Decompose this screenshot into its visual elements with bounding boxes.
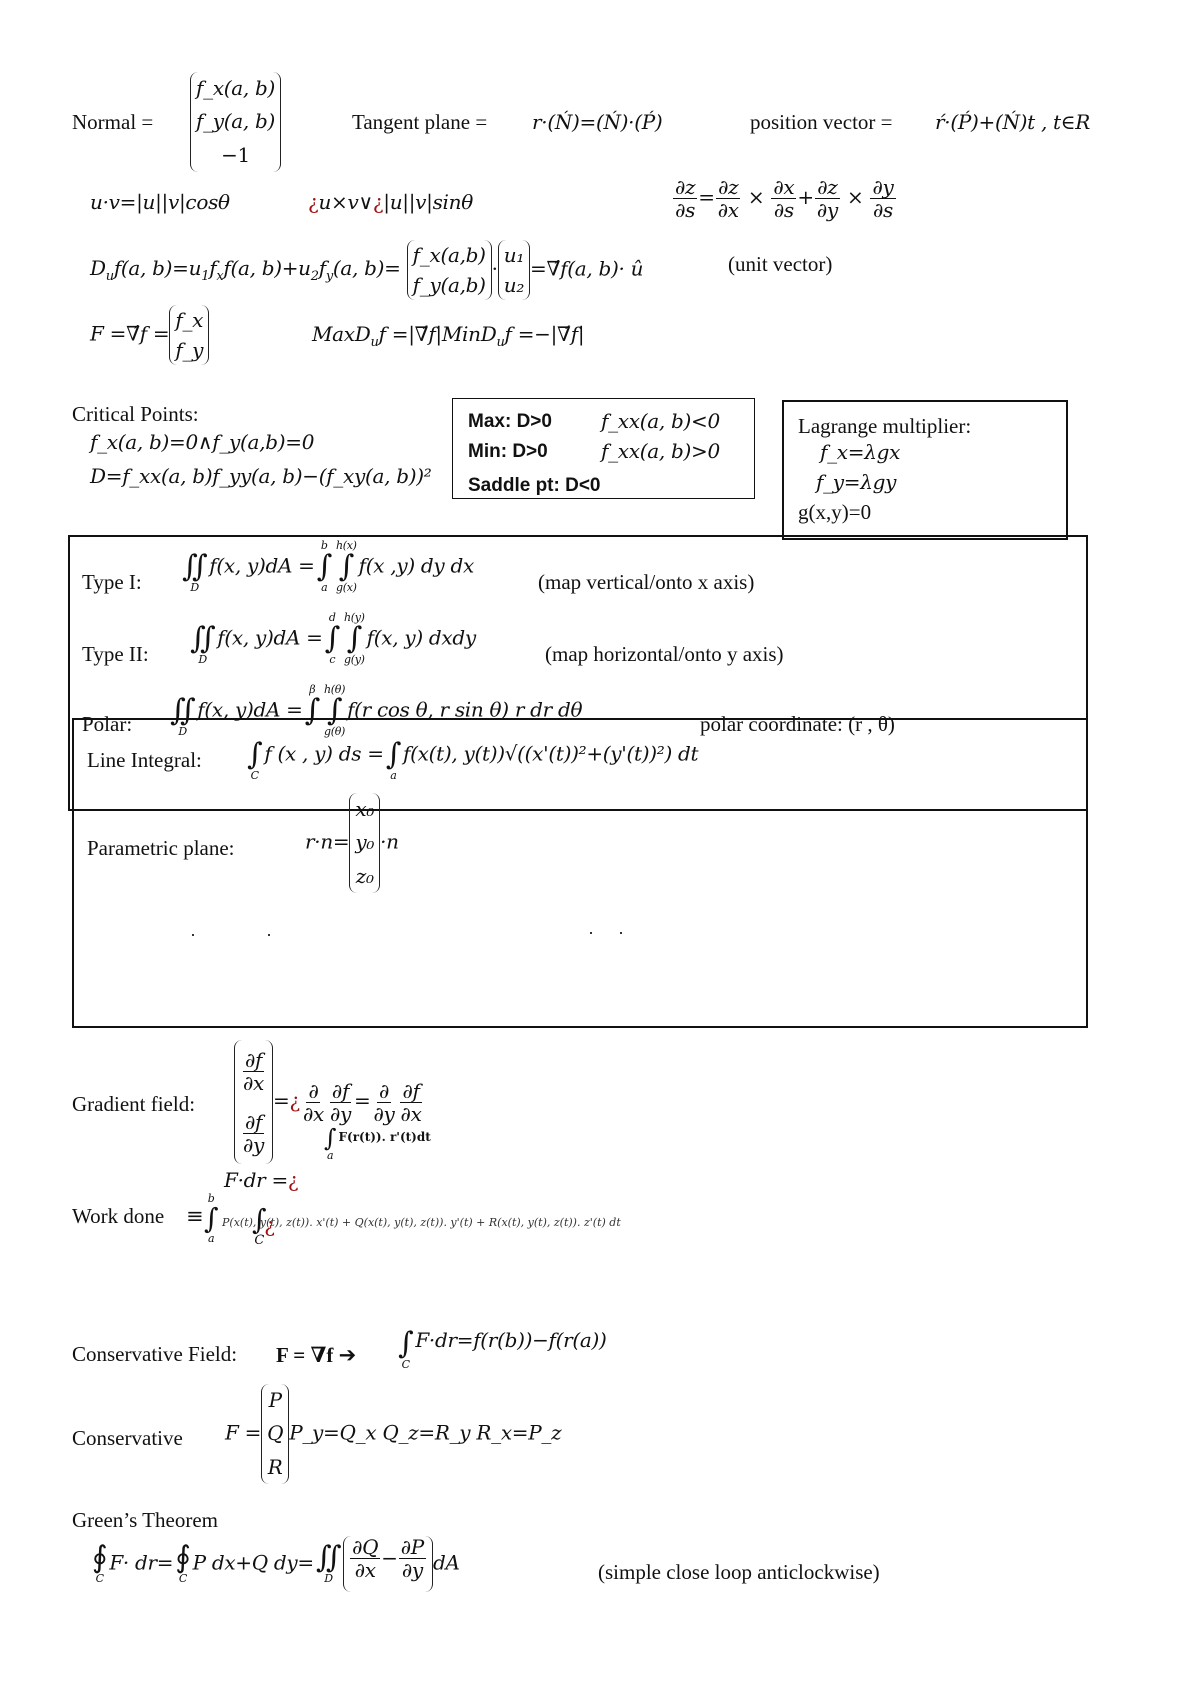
unit-vector-note: (unit vector) xyxy=(728,252,833,276)
conservative-field-expr: F = ∇f ➔ xyxy=(276,1343,357,1367)
line-integral-formula: ∫ Cf (x , y) ds = ∫ a f(x(t), y(t))√((x'(t))… xyxy=(245,728,699,782)
type2-note: (map horizontal/onto y axis) xyxy=(545,642,784,666)
max-min-directional-formula: MaxDuf =|∇́f|MinDuf =−|∇́f| xyxy=(312,322,585,350)
contour-integral-sign: ∮ C xyxy=(175,1540,191,1585)
fundamental-theorem-formula: ∫ C F·dr=f(r(b))−f(r(a)) xyxy=(398,1325,607,1371)
render-error-mark: ¿ xyxy=(287,1168,299,1192)
directional-derivative-formula: Duf(a, b)=u1fxf(a, b)+u2fy(a, b)= f_x(a,… xyxy=(90,240,644,300)
fraction: ∂z ∂x xyxy=(716,175,741,222)
contour-integral-sign: ∮ C xyxy=(92,1540,108,1585)
work-done-overlay-integral: ∫ C ¿ xyxy=(252,1203,275,1248)
max-condition-formula: f_xx(a, b)<0 xyxy=(601,409,720,433)
classification-box: Max: D>0 f_xx(a, b)<0 Min: D>0 f_xx(a, b… xyxy=(452,398,755,499)
work-integral-snippet: ∫ a F(r(t)). r'(t)dt xyxy=(324,1124,431,1162)
integral-sign: ∫ C xyxy=(398,1325,414,1371)
critical-points-condition: f_x(a, b)=0∧f_y(a,b)=0 xyxy=(90,430,315,454)
parametric-plane-formula: r·n= x₀ y₀ z₀ ·n xyxy=(305,793,399,893)
gradient-formula: F =∇́f = f_x f_y xyxy=(90,305,210,365)
f-dot-dr-formula: F·dr =¿ xyxy=(224,1168,299,1192)
render-error-mark: ¿ xyxy=(372,190,384,214)
lagrange-box: Lagrange multiplier: f_x=λgx f_y=λgy g(x… xyxy=(782,400,1068,540)
saddle-condition-label: Saddle pt: D<0 xyxy=(468,475,601,496)
work-done-integral: b ∫ a xyxy=(204,1192,219,1245)
position-vector-formula: ŕ·(Ṕ)+(Ń)t , t∈R xyxy=(935,110,1091,134)
type1-label: Type I: xyxy=(82,570,142,594)
fraction: ∂ ∂x xyxy=(302,1078,324,1126)
normal-vector-entry: −1 xyxy=(221,142,250,167)
discriminant-formula: D=f_xx(a, b)f_yy(a, b)−(f_xy(a, b))² xyxy=(90,464,432,488)
cross-product-part: u×v∨ xyxy=(318,190,373,214)
min-condition-label: Min: D>0 xyxy=(468,441,548,462)
min-condition-formula: f_xx(a, b)>0 xyxy=(601,439,720,463)
work-done-integrand: P(x(t), y(t), z(t)). x'(t) + Q(x(t), y(t… xyxy=(222,1216,621,1229)
lagrange-title: Lagrange multiplier: xyxy=(798,414,972,438)
render-error-mark: ¿ xyxy=(289,1088,301,1113)
normal-label: Normal = xyxy=(72,110,154,134)
stray-dot xyxy=(192,934,194,936)
conservative-field-label: Conservative Field: xyxy=(72,1342,238,1366)
max-condition-label: Max: D>0 xyxy=(468,411,552,432)
integral-sign: d ∫ c xyxy=(324,611,341,666)
integral-sign: b ∫ a xyxy=(316,539,333,594)
gradient-vector: f_x(a,b) f_y(a,b) xyxy=(406,240,492,300)
stray-dot xyxy=(268,934,270,936)
conservative-label: Conservative xyxy=(72,1426,183,1450)
fraction: ∂x ∂s xyxy=(771,175,797,222)
cross-product-formula: ¿u×v∨¿|u||v|sinθ xyxy=(308,190,473,214)
greens-theorem-formula: ∮ C F· dr= ∮ C P dx+Q dy= ∬ D ∂Q ∂x − ∂P ∂y dA xyxy=(90,1536,460,1592)
integral-sign: ∫ a xyxy=(385,737,402,782)
work-done-equiv: ≡ xyxy=(186,1204,204,1228)
render-error-mark: ¿ xyxy=(308,190,319,214)
chain-rule-formula: ∂z ∂s = ∂z ∂x × ∂x ∂s + ∂z ∂y × ∂y ∂s xyxy=(673,175,896,222)
integral-sign: h(y) ∫ g(y) xyxy=(343,611,365,666)
stray-dot xyxy=(590,932,592,934)
position-vector-label: position vector = xyxy=(750,110,893,134)
gradient-field-label: Gradient field: xyxy=(72,1092,196,1116)
work-done-label: Work done xyxy=(72,1204,165,1228)
critical-points-title: Critical Points: xyxy=(72,402,199,426)
double-integral-sign: ∬ D xyxy=(315,1540,342,1585)
type1-formula: ∬ Df(x, y)dA = b ∫ a h(x) ∫ g(x) f(x ,y) dy dx xyxy=(182,539,474,594)
integral-sign: ∫ C xyxy=(247,737,263,782)
integral-sign: h(x) ∫ g(x) xyxy=(335,539,357,594)
lagrange-eq-fy: f_y=λgy xyxy=(816,470,897,494)
fraction: ∂ ∂y xyxy=(373,1078,395,1126)
greens-theorem-note: (simple close loop anticlockwise) xyxy=(598,1560,880,1584)
fraction: ∂z ∂s xyxy=(673,175,698,222)
greens-theorem-title: Green’s Theorem xyxy=(72,1508,218,1532)
double-integral-sign: ∬ D xyxy=(182,549,208,594)
cross-product-part: |u||v|sinθ xyxy=(383,190,473,214)
type2-label: Type II: xyxy=(82,642,149,666)
parametric-plane-label: Parametric plane: xyxy=(87,836,235,860)
dot-product-formula: u·v=|u||v|cosθ xyxy=(90,190,230,214)
type1-note: (map vertical/onto x axis) xyxy=(538,570,755,594)
normal-vector-entry: f_x(a, b) xyxy=(196,76,276,101)
normal-vector: f_x(a, b) f_y(a, b) −1 xyxy=(190,72,282,172)
render-error-mark: ¿ xyxy=(264,1213,275,1237)
stray-dot xyxy=(620,932,622,934)
tangent-plane-formula: r·(Ń)=(Ń)·(Ṕ) xyxy=(532,110,663,134)
arrow-right-icon: ➔ xyxy=(338,1343,357,1367)
fraction: ∂y ∂s xyxy=(870,175,896,222)
type2-formula: ∬ Df(x, y)dA = d ∫ c h(y) ∫ g(y) f(x, y) dxdy xyxy=(190,611,476,666)
line-integral-label: Line Integral: xyxy=(87,748,202,772)
lagrange-constraint: g(x,y)=0 xyxy=(798,500,872,524)
fraction: ∂f ∂x xyxy=(400,1078,422,1126)
double-integral-sign: ∬ D xyxy=(190,621,216,666)
tangent-plane-label: Tangent plane = xyxy=(352,110,488,134)
fraction: ∂f ∂y xyxy=(329,1078,352,1126)
conservative-formula: F = PQR P_y=Q_x Q_z=R_y R_x=P_z xyxy=(225,1384,562,1484)
lagrange-eq-fx: f_x=λgx xyxy=(820,440,901,464)
fraction: ∂z ∂y xyxy=(815,175,840,222)
normal-vector-entry: f_y(a, b) xyxy=(196,109,276,134)
unit-vector: u₁ u₂ xyxy=(497,240,531,300)
